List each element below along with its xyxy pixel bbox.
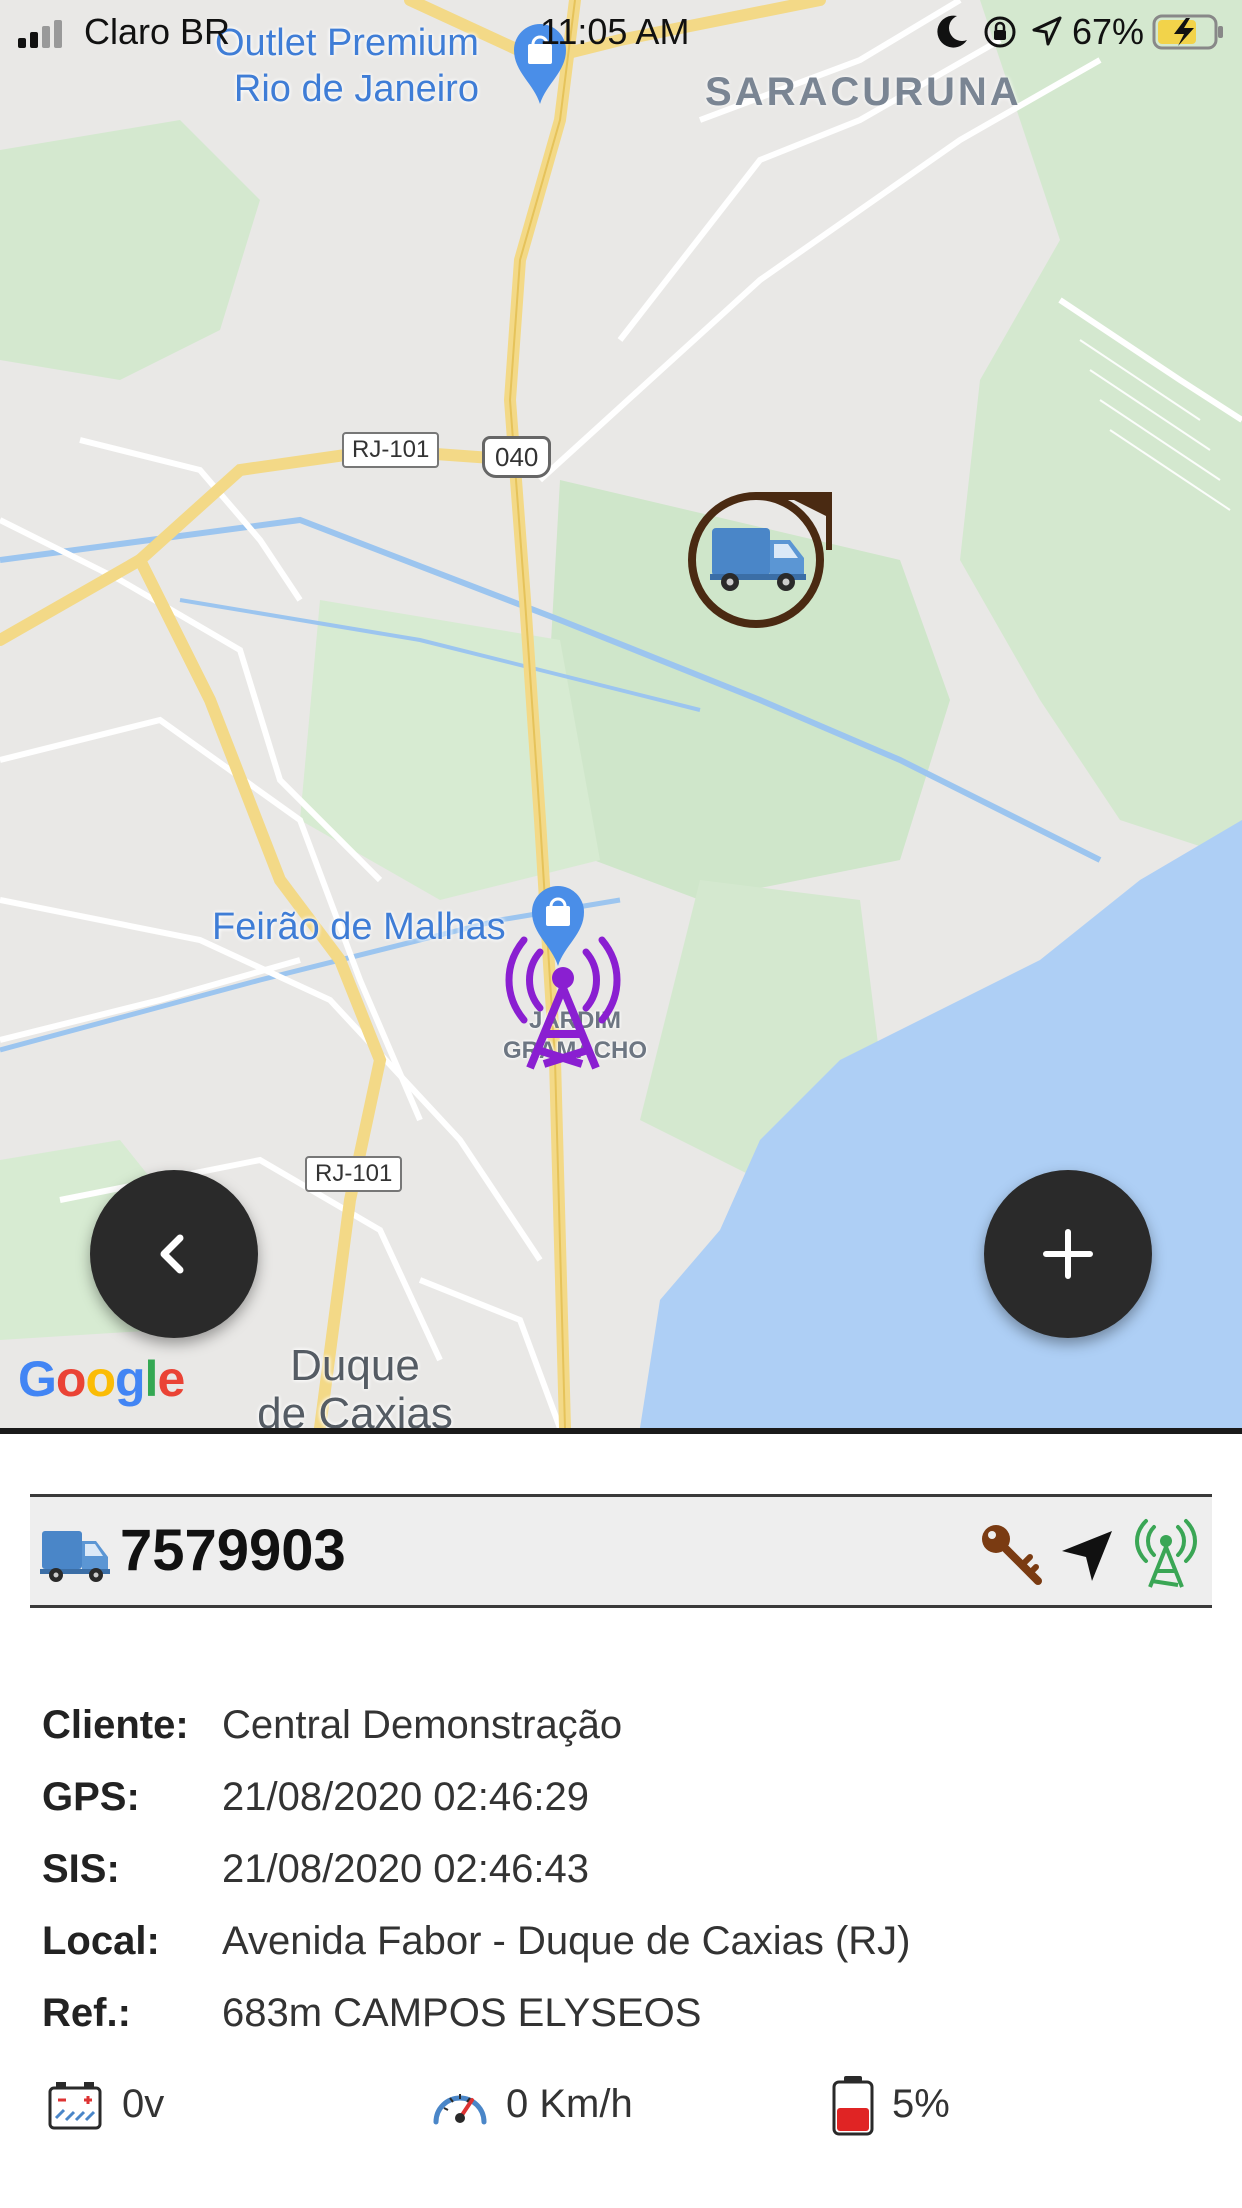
field-value: 683m CAMPOS ELYSEOS — [222, 1991, 702, 2035]
do-not-disturb-moon-icon — [937, 15, 967, 48]
info-row-cliente: Cliente: Central Demonstração — [42, 1700, 622, 1750]
field-value: Central Demonstração — [222, 1703, 623, 1747]
vehicle-header[interactable]: 7579903 — [30, 1494, 1212, 1608]
field-label: SIS: — [42, 1847, 120, 1891]
vehicle-id: 7579903 — [120, 1518, 346, 1583]
battery-percent: 67% — [1072, 11, 1145, 52]
speed-metric: 0 Km/h — [430, 2076, 730, 2136]
google-logo: Google — [18, 1351, 185, 1407]
battery-charging-icon — [1152, 14, 1223, 50]
speedometer-icon — [433, 2094, 487, 2125]
key-icon[interactable] — [978, 1521, 1044, 1587]
clock: 11:05 AM — [540, 11, 690, 52]
info-row-ref: Ref.: 683m CAMPOS ELYSEOS — [42, 1988, 701, 2038]
voltage-metric: 0v — [46, 2076, 286, 2136]
back-button[interactable] — [90, 1170, 258, 1338]
info-row-local: Local: Avenida Fabor - Duque de Caxias (R… — [42, 1916, 910, 1966]
carrier-name: Claro BR — [84, 11, 231, 52]
area-label-saracuruna: SARACURUNA — [705, 70, 1022, 114]
field-value: 21/08/2020 02:46:43 — [222, 1847, 590, 1891]
field-label: Ref.: — [42, 1991, 131, 2035]
cellular-signal-icon — [18, 20, 62, 48]
panel-divider — [0, 1428, 1242, 1434]
voltage-value: 0v — [122, 2082, 165, 2126]
road-shield-rj101: RJ-101 — [342, 432, 440, 468]
navigation-arrow-icon[interactable] — [1060, 1527, 1116, 1583]
field-label: Cliente: — [42, 1703, 189, 1747]
road-shield-040: 040 — [482, 436, 552, 478]
poi-feirao-de-malhas-label[interactable]: Feirão de Malhas — [212, 904, 506, 950]
field-label: Local: — [42, 1919, 160, 1963]
status-bar: Claro BR 11:05 AM 67% — [0, 0, 1242, 64]
battery-value: 5% — [892, 2082, 950, 2126]
info-row-sis: SIS: 21/08/2020 02:46:43 — [42, 1844, 589, 1894]
city-label-duque-de-caxias: Duque de Caxias — [240, 1341, 470, 1429]
field-value: 21/08/2020 02:46:29 — [222, 1775, 590, 1819]
plus-icon — [1043, 1229, 1093, 1279]
info-row-gps: GPS: 21/08/2020 02:46:29 — [42, 1772, 589, 1822]
city-line2: de Caxias — [257, 1389, 453, 1429]
map-view[interactable]: Outlet Premium Rio de Janeiro SARACURUNA… — [0, 0, 1242, 1428]
road-shield-rj101-south: RJ-101 — [305, 1156, 403, 1192]
signal-tower-icon[interactable] — [1134, 1517, 1198, 1589]
city-line1: Duque — [290, 1341, 420, 1390]
field-label: GPS: — [42, 1775, 140, 1819]
back-chevron-icon — [160, 1234, 184, 1274]
add-button[interactable] — [984, 1170, 1152, 1338]
speed-value: 0 Km/h — [506, 2082, 633, 2126]
location-arrow-icon — [1032, 16, 1062, 46]
signal-tower-marker-icon[interactable] — [500, 930, 626, 1076]
car-battery-icon — [48, 2082, 102, 2130]
field-value: Avenida Fabor - Duque de Caxias (RJ) — [222, 1919, 911, 1963]
truck-icon — [40, 1531, 110, 1582]
battery-metric: 5% — [820, 2076, 1020, 2136]
poi-outlet-line2: Rio de Janeiro — [233, 68, 479, 110]
truck-marker-icon[interactable] — [686, 488, 832, 630]
battery-icon — [832, 2076, 874, 2136]
orientation-lock-icon — [984, 16, 1016, 48]
